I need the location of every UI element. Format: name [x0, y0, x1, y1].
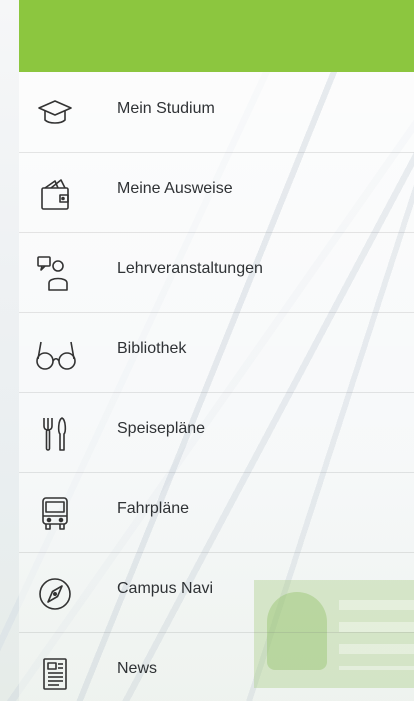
navigation-drawer: Mein Studium Meine Ausweise Lehrveransta… [19, 0, 414, 701]
menu-item-meine-ausweise[interactable]: Meine Ausweise [19, 152, 414, 232]
menu-item-label: News [117, 660, 158, 677]
graduation-cap-icon [35, 94, 75, 134]
menu-item-label: Bibliothek [117, 340, 187, 357]
drawer-header [19, 0, 414, 72]
fork-knife-icon [35, 414, 75, 454]
lecturer-icon [35, 254, 75, 294]
menu-item-label: Meine Ausweise [117, 180, 233, 197]
menu-item-bibliothek[interactable]: Bibliothek [19, 312, 414, 392]
menu-item-campus-navi[interactable]: Campus Navi [19, 552, 414, 632]
compass-icon [35, 574, 75, 614]
wallet-icon [35, 174, 75, 214]
menu-item-label: Lehrveranstaltungen [117, 260, 263, 277]
bus-icon [35, 494, 75, 534]
drawer-menu: Mein Studium Meine Ausweise Lehrveransta… [19, 72, 414, 701]
menu-item-speiseplaene[interactable]: Speisepläne [19, 392, 414, 472]
newspaper-icon [35, 654, 75, 694]
menu-item-fahrplaene[interactable]: Fahrpläne [19, 472, 414, 552]
menu-item-label: Fahrpläne [117, 500, 190, 517]
menu-item-label: Mein Studium [117, 100, 215, 117]
menu-item-label: Campus Navi [117, 580, 214, 597]
menu-item-news[interactable]: News [19, 632, 414, 701]
menu-item-lehrveranstaltungen[interactable]: Lehrveranstaltungen [19, 232, 414, 312]
menu-item-label: Speisepläne [117, 420, 206, 437]
glasses-icon [35, 334, 76, 374]
menu-item-mein-studium[interactable]: Mein Studium [19, 72, 414, 152]
